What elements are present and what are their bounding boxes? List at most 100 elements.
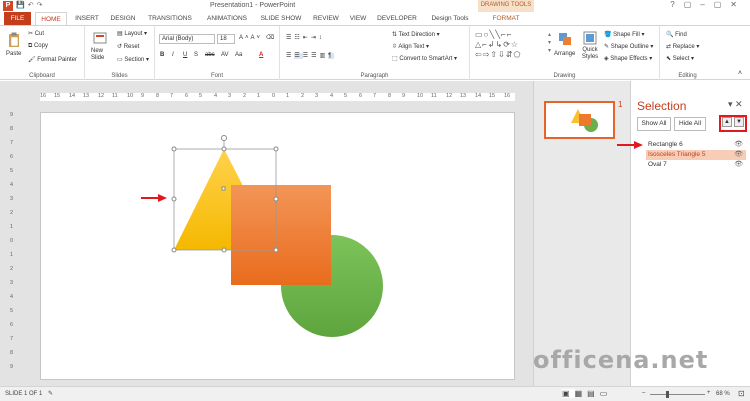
reset-button[interactable]: ↺ Reset	[117, 43, 139, 50]
quick-styles-button[interactable]: Quick Styles	[579, 47, 601, 61]
pane-options-icon[interactable]: ▾	[728, 99, 733, 109]
underline-button[interactable]: U	[183, 52, 187, 58]
ruler-mark: 2	[10, 266, 14, 272]
tab-design-tools[interactable]: Design Tools	[427, 12, 473, 26]
ruler-mark: 3	[228, 93, 232, 99]
fit-slide-icon[interactable]: ⊡	[738, 389, 745, 398]
tab-slide-show[interactable]: SLIDE SHOW	[258, 12, 304, 26]
cut-button[interactable]: ✂ Cut	[28, 30, 44, 37]
shape-effects-button[interactable]: ◈ Shape Effects ▾	[604, 55, 652, 62]
quick-access-toolbar[interactable]: 💾↶↷	[16, 1, 45, 9]
collapse-ribbon-icon[interactable]: ˄	[738, 70, 742, 77]
rotation-handle[interactable]	[221, 135, 227, 141]
align-text-button[interactable]: ⇳ Align Text ▾	[392, 43, 429, 50]
layer-item-isosceles-triangle-5[interactable]: Isosceles Triangle 5 👁	[646, 150, 746, 160]
tab-file[interactable]: FILE	[4, 12, 31, 26]
title-bar: P 💾↶↷ Presentation1 - PowerPoint DRAWING…	[0, 0, 750, 12]
resize-handle[interactable]	[273, 196, 279, 202]
resize-handle[interactable]	[171, 146, 177, 152]
font-size-box[interactable]: 18	[217, 34, 235, 44]
font-color-button[interactable]: A	[259, 52, 263, 58]
strikethrough-button[interactable]: S	[194, 52, 198, 58]
resize-handle[interactable]	[273, 146, 279, 152]
ruler-mark: 4	[10, 294, 14, 300]
zoom-in-icon[interactable]: +	[707, 390, 711, 396]
bold-button[interactable]: B	[160, 52, 164, 58]
convert-smartart-button[interactable]: ⬚ Convert to SmartArt ▾	[392, 55, 457, 62]
tab-home[interactable]: HOME	[35, 12, 67, 26]
font-name-box[interactable]: Arial (Body)	[159, 34, 215, 44]
align-center-icon: ☰	[294, 53, 303, 59]
tab-developer[interactable]: DEVELOPER	[376, 12, 418, 26]
select-button[interactable]: ⬉ Select ▾	[666, 55, 694, 62]
zoom-slider[interactable]	[650, 394, 705, 395]
tab-insert[interactable]: INSERT	[73, 12, 101, 26]
tab-format[interactable]: FORMAT	[486, 12, 526, 26]
section-button[interactable]: ▭ Section ▾	[117, 56, 149, 63]
replace-button[interactable]: ⇄ Replace ▾	[666, 43, 699, 50]
normal-view-icon[interactable]: ▣	[562, 389, 575, 398]
font-size-buttons[interactable]: A˄A˅ ⌫	[239, 34, 276, 41]
find-button[interactable]: 🔍 Find	[666, 31, 687, 38]
resize-handle[interactable]	[221, 146, 227, 152]
slideshow-view-icon[interactable]: ▭	[600, 389, 613, 398]
eye-icon[interactable]: 👁	[734, 150, 743, 160]
layout-button[interactable]: ▤ Layout ▾	[117, 30, 147, 37]
tab-transitions[interactable]: TRANSITIONS	[145, 12, 195, 26]
shapes-gallery-scroll[interactable]: ▴ ▾ ▾	[548, 31, 551, 55]
tab-view[interactable]: VIEW	[347, 12, 369, 26]
paste-button[interactable]: Paste	[6, 51, 21, 57]
zoom-out-icon[interactable]: –	[642, 390, 645, 396]
resize-handle[interactable]	[273, 247, 279, 253]
bring-forward-button[interactable]: ▲	[722, 117, 732, 127]
send-backward-button[interactable]: ▼	[734, 117, 744, 127]
binoculars-icon: 🔍	[666, 32, 676, 38]
close-icon[interactable]: ✕	[735, 99, 743, 109]
list-buttons[interactable]: ☰☷⇤⇥↕	[286, 34, 325, 41]
shape-fill-button[interactable]: 🪣 Shape Fill ▾	[604, 31, 645, 38]
spelling-icon[interactable]: ✎	[48, 390, 53, 397]
selection-pane-controls[interactable]: ▾ ✕	[728, 99, 743, 110]
powerpoint-app-icon[interactable]: P	[3, 1, 13, 11]
resize-handle[interactable]	[171, 247, 177, 253]
character-spacing-button[interactable]: AV	[221, 52, 229, 58]
new-slide-button[interactable]: New Slide	[91, 48, 111, 62]
slide-sorter-icon[interactable]: ▦	[575, 389, 588, 398]
layer-item-rectangle-6[interactable]: Rectangle 6 👁	[646, 140, 746, 150]
alignment-buttons[interactable]: ☰☰☰☰▥¶	[286, 52, 335, 59]
arrange-icon	[559, 33, 571, 45]
view-buttons[interactable]: ▣▦▤▭	[562, 389, 612, 398]
window-controls[interactable]: ?▢–▢✕	[670, 0, 746, 9]
tab-animations[interactable]: ANIMATIONS	[203, 12, 251, 26]
zoom-level[interactable]: 68 %	[716, 391, 730, 397]
change-case-button[interactable]: Aa	[235, 52, 242, 58]
ruler-mark: 9	[10, 112, 14, 118]
hide-all-button[interactable]: Hide All	[674, 117, 706, 131]
shadow-text-button[interactable]: abc	[205, 52, 215, 58]
reading-view-icon[interactable]: ▤	[587, 389, 600, 398]
tab-review[interactable]: REVIEW	[311, 12, 341, 26]
shapes-gallery[interactable]: ▭○╲╲⌐⌐ △⌐↲↳⟳☆ ⇦⇨⇧⇩⇵⬠	[475, 30, 547, 60]
copy-button[interactable]: ⧉ Copy	[28, 43, 48, 50]
format-painter-button[interactable]: 🖌 Format Painter	[28, 56, 77, 63]
rectangle-6[interactable]	[231, 185, 331, 285]
tab-design[interactable]: DESIGN	[108, 12, 138, 26]
ruler-mark: 8	[10, 350, 14, 356]
paragraph-group-label: Paragraph	[360, 73, 389, 79]
show-all-button[interactable]: Show All	[637, 117, 671, 131]
resize-handle[interactable]	[171, 196, 177, 202]
slide-canvas[interactable]	[40, 112, 515, 380]
arrange-button[interactable]: Arrange	[554, 51, 575, 57]
resize-handle[interactable]	[221, 247, 227, 253]
adjust-handle[interactable]	[221, 186, 226, 191]
shape-outline-button[interactable]: ✎ Shape Outline ▾	[604, 43, 653, 50]
brush-icon: 🖌	[28, 57, 38, 63]
italic-button[interactable]: I	[172, 52, 174, 58]
slide-thumbnail[interactable]	[544, 101, 615, 139]
eye-icon[interactable]: 👁	[734, 160, 743, 170]
eye-icon[interactable]: 👁	[734, 140, 743, 150]
layer-item-oval-7[interactable]: Oval 7 👁	[646, 160, 746, 170]
zoom-slider-thumb[interactable]	[666, 391, 669, 398]
ruler-mark: 9	[10, 364, 14, 370]
text-direction-button[interactable]: ⇅ Text Direction ▾	[392, 31, 440, 38]
